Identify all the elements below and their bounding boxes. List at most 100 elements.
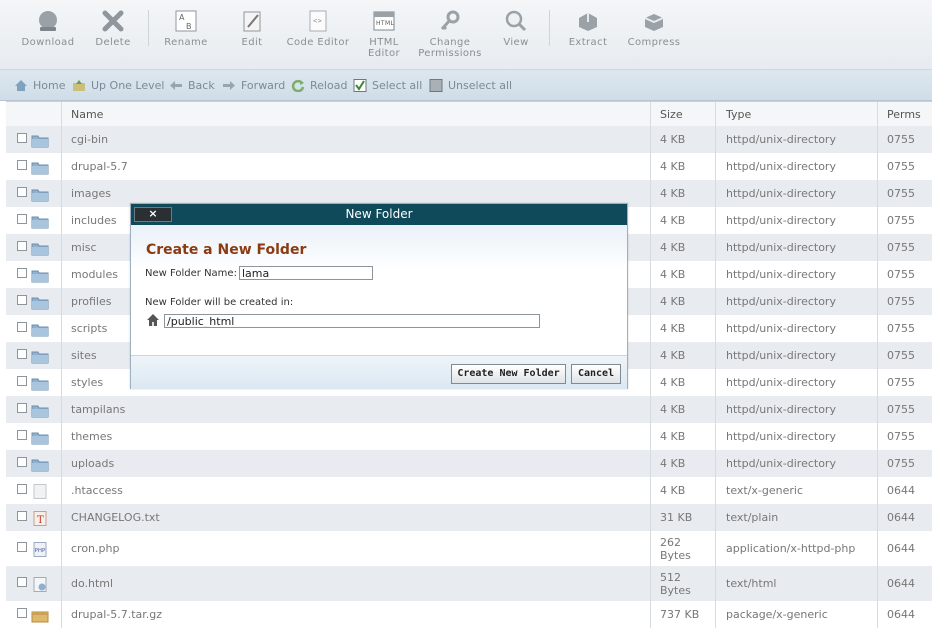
file-perms[interactable]: 0755: [887, 261, 915, 288]
file-perms[interactable]: 0755: [887, 234, 915, 261]
file-name[interactable]: sites: [71, 342, 97, 369]
delete-button[interactable]: Delete: [78, 9, 148, 48]
magnifier-icon: [505, 10, 527, 32]
table-row[interactable]: cgi-bin 4 KB httpd/unix-directory 0755: [6, 126, 932, 153]
row-checkbox[interactable]: [17, 608, 27, 618]
row-checkbox[interactable]: [17, 577, 27, 587]
edit-button[interactable]: Edit: [217, 9, 287, 48]
location-input[interactable]: [164, 314, 540, 328]
file-perms[interactable]: 0755: [887, 369, 915, 396]
table-row[interactable]: themes 4 KB httpd/unix-directory 0755: [6, 423, 932, 450]
file-perms[interactable]: 0755: [887, 153, 915, 180]
file-name[interactable]: styles: [71, 369, 103, 396]
row-checkbox[interactable]: [17, 349, 27, 359]
table-row[interactable]: drupal-5.7.tar.gz 737 KB package/x-generic…: [6, 601, 932, 628]
file-name[interactable]: uploads: [71, 450, 114, 477]
folder-icon: [31, 162, 49, 175]
column-header-type[interactable]: Type: [726, 108, 751, 121]
table-row[interactable]: do.html 512 Bytes text/html 0644: [6, 566, 932, 601]
file-type: httpd/unix-directory: [726, 295, 836, 308]
file-perms[interactable]: 0755: [887, 450, 915, 477]
row-checkbox[interactable]: [17, 403, 27, 413]
table-row[interactable]: T CHANGELOG.txt 31 KB text/plain 0644: [6, 504, 932, 531]
row-checkbox[interactable]: [17, 322, 27, 332]
row-checkbox[interactable]: [17, 542, 27, 552]
row-checkbox[interactable]: [17, 484, 27, 494]
row-checkbox[interactable]: [17, 187, 27, 197]
file-size: 4 KB: [660, 430, 686, 443]
column-header-perms[interactable]: Perms: [887, 108, 921, 121]
file-perms[interactable]: 0755: [887, 288, 915, 315]
column-header-name[interactable]: Name: [71, 108, 103, 121]
file-name[interactable]: cgi-bin: [71, 126, 108, 153]
column-header-size[interactable]: Size: [660, 108, 683, 121]
file-type: httpd/unix-directory: [726, 430, 836, 443]
row-checkbox[interactable]: [17, 241, 27, 251]
download-button[interactable]: Download: [13, 9, 83, 48]
download-icon: [39, 11, 57, 31]
close-button[interactable]: ×: [134, 207, 172, 222]
file-name[interactable]: includes: [71, 207, 117, 234]
select-all-link[interactable]: Select all: [353, 78, 422, 92]
file-type: httpd/unix-directory: [726, 457, 836, 470]
file-perms[interactable]: 0755: [887, 207, 915, 234]
row-checkbox[interactable]: [17, 511, 27, 521]
file-name[interactable]: .htaccess: [71, 477, 123, 504]
rename-button[interactable]: A B Rename: [151, 9, 221, 48]
row-checkbox[interactable]: [17, 133, 27, 143]
generic-file-icon: [33, 484, 47, 499]
html-editor-button[interactable]: HTML HTML Editor: [349, 9, 419, 59]
view-button[interactable]: View: [481, 9, 551, 48]
file-name[interactable]: modules: [71, 261, 118, 288]
row-checkbox[interactable]: [17, 376, 27, 386]
file-name[interactable]: themes: [71, 423, 112, 450]
file-perms[interactable]: 0644: [887, 531, 915, 566]
unselect-all-link[interactable]: Unselect all: [429, 78, 512, 92]
file-perms[interactable]: 0644: [887, 504, 915, 531]
file-perms[interactable]: 0644: [887, 477, 915, 504]
up-one-level-link[interactable]: Up One Level: [72, 78, 164, 92]
file-perms[interactable]: 0755: [887, 423, 915, 450]
row-checkbox[interactable]: [17, 457, 27, 467]
row-checkbox[interactable]: [17, 430, 27, 440]
file-name[interactable]: drupal-5.7: [71, 153, 128, 180]
file-name[interactable]: drupal-5.7.tar.gz: [71, 601, 162, 628]
file-perms[interactable]: 0755: [887, 126, 915, 153]
file-perms[interactable]: 0755: [887, 315, 915, 342]
table-row[interactable]: .htaccess 4 KB text/x-generic 0644: [6, 477, 932, 504]
file-name[interactable]: profiles: [71, 288, 111, 315]
file-perms[interactable]: 0755: [887, 396, 915, 423]
file-name[interactable]: misc: [71, 234, 97, 261]
file-name[interactable]: tampilans: [71, 396, 125, 423]
file-perms[interactable]: 0755: [887, 342, 915, 369]
code-editor-button[interactable]: <> Code Editor: [283, 9, 353, 48]
folder-name-input[interactable]: [239, 266, 373, 280]
extract-button[interactable]: Extract: [553, 9, 623, 48]
row-checkbox[interactable]: [17, 160, 27, 170]
file-name[interactable]: CHANGELOG.txt: [71, 504, 160, 531]
table-row[interactable]: uploads 4 KB httpd/unix-directory 0755: [6, 450, 932, 477]
back-link[interactable]: Back: [169, 78, 215, 92]
archive-file-icon: [31, 611, 49, 623]
file-perms[interactable]: 0755: [887, 180, 915, 207]
home-link[interactable]: Home: [14, 78, 65, 92]
file-perms[interactable]: 0644: [887, 566, 915, 601]
file-name[interactable]: do.html: [71, 566, 113, 601]
table-row[interactable]: tampilans 4 KB httpd/unix-directory 0755: [6, 396, 932, 423]
folder-icon: [31, 432, 49, 445]
row-checkbox[interactable]: [17, 295, 27, 305]
table-row[interactable]: drupal-5.7 4 KB httpd/unix-directory 0755: [6, 153, 932, 180]
change-permissions-button[interactable]: Change Permissions: [415, 9, 485, 59]
row-checkbox[interactable]: [17, 268, 27, 278]
file-name[interactable]: scripts: [71, 315, 107, 342]
create-folder-button[interactable]: Create New Folder: [451, 364, 566, 384]
file-name[interactable]: images: [71, 180, 111, 207]
forward-link[interactable]: Forward: [222, 78, 285, 92]
file-perms[interactable]: 0644: [887, 601, 915, 628]
cancel-button[interactable]: Cancel: [571, 364, 621, 384]
file-name[interactable]: cron.php: [71, 531, 119, 566]
reload-link[interactable]: Reload: [291, 78, 347, 92]
compress-button[interactable]: Compress: [619, 9, 689, 48]
row-checkbox[interactable]: [17, 214, 27, 224]
table-row[interactable]: PHP cron.php 262 Bytes application/x-httpd-p…: [6, 531, 932, 566]
